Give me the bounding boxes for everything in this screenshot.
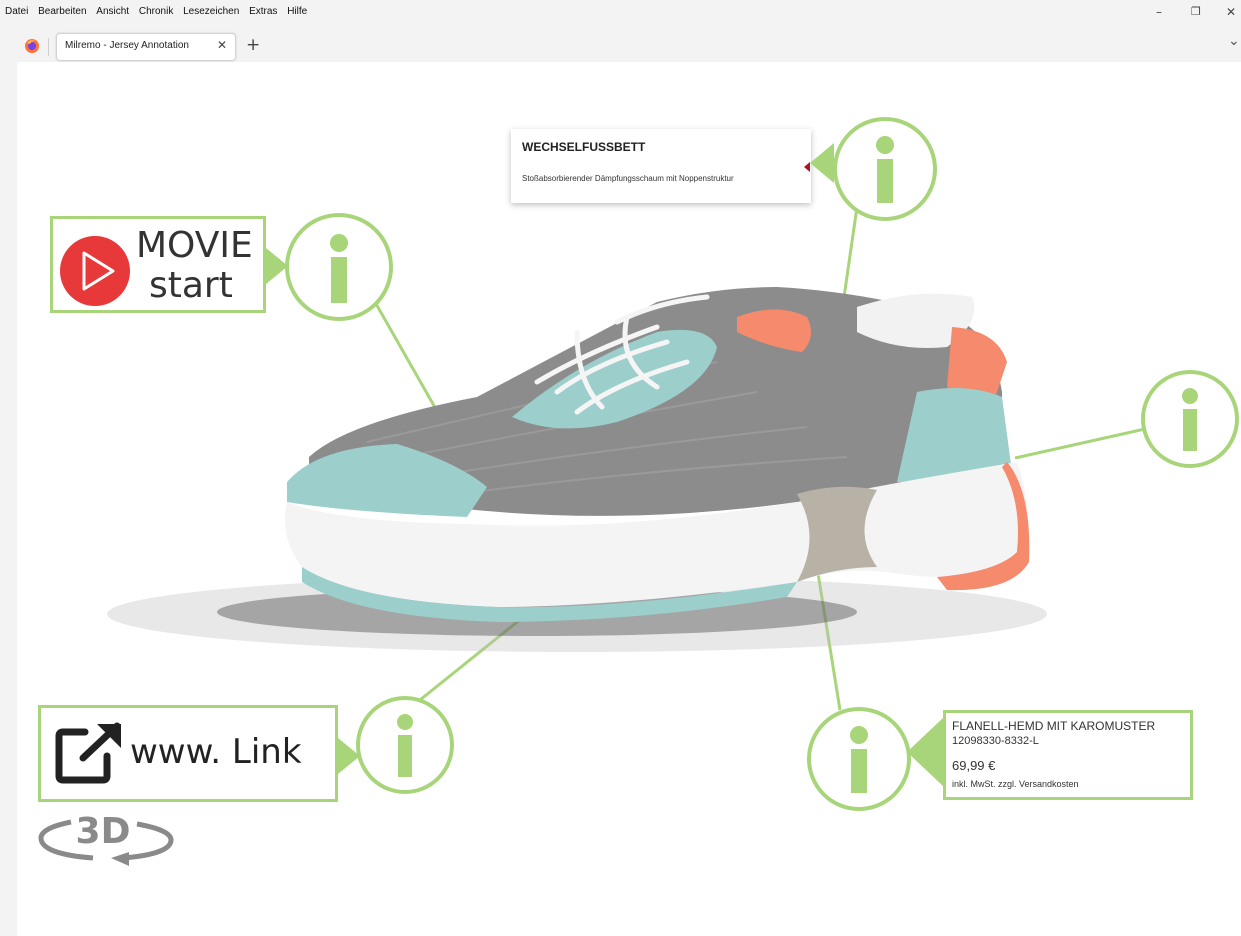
info-icon [397, 714, 413, 777]
play-icon [60, 236, 130, 306]
info-icon [330, 234, 348, 303]
menu-list: Datei Bearbeiten Ansicht Chronik Lesezei… [5, 6, 314, 17]
green-pointer-icon [907, 718, 943, 786]
tab-bar: Milremo - Jersey Annotation ✕ + ⌄ [0, 30, 1241, 62]
web-link-box[interactable]: www. Link [38, 705, 338, 802]
3d-label: 3D [76, 811, 131, 852]
tab-title: Milremo - Jersey Annotation [65, 40, 189, 51]
info-hotspot-heel[interactable] [1141, 370, 1239, 468]
info-hotspot-link[interactable] [356, 696, 454, 794]
menu-item-ansicht[interactable]: Ansicht [96, 6, 129, 17]
green-pointer-icon [810, 143, 834, 183]
menu-item-bearbeiten[interactable]: Bearbeiten [38, 6, 86, 17]
menu-bar: Datei Bearbeiten Ansicht Chronik Lesezei… [0, 0, 1241, 30]
menu-item-datei[interactable]: Datei [5, 6, 28, 17]
info-hotspot-footbed[interactable] [833, 117, 937, 221]
close-window-button[interactable]: ✕ [1226, 5, 1236, 19]
product-sku: 12098330-8332-L [952, 735, 1039, 747]
firefox-icon[interactable] [24, 38, 40, 54]
menu-item-hilfe[interactable]: Hilfe [287, 6, 307, 17]
link-label: www. Link [130, 732, 302, 772]
tab-active[interactable]: Milremo - Jersey Annotation ✕ [56, 33, 236, 61]
list-all-tabs-button[interactable]: ⌄ [1228, 33, 1240, 49]
product-tax-note: inkl. MwSt. zzgl. Versandkosten [952, 779, 1079, 789]
info-icon [850, 726, 868, 793]
minimize-button[interactable]: – [1156, 5, 1162, 19]
movie-label: MOVIE [136, 225, 253, 266]
rotate-3d-icon[interactable]: 3D [37, 800, 177, 870]
start-label: start [149, 265, 233, 306]
info-icon [876, 136, 894, 203]
close-tab-icon[interactable]: ✕ [217, 38, 227, 52]
new-tab-button[interactable]: + [246, 35, 260, 55]
menu-item-chronik[interactable]: Chronik [139, 6, 173, 17]
info-icon [1182, 388, 1198, 451]
annotation-viewer: WECHSELFUSSBETT Stoßabsorbierender Dämpf… [17, 62, 1241, 936]
menu-item-extras[interactable]: Extras [249, 6, 277, 17]
external-link-icon [55, 722, 121, 784]
product-price: 69,99 € [952, 758, 996, 773]
product-info-box[interactable]: FLANELL-HEMD MIT KAROMUSTER 12098330-833… [943, 710, 1193, 800]
movie-start-box[interactable]: MOVIE start [50, 216, 266, 313]
menu-item-lesezeichen[interactable]: Lesezeichen [183, 6, 239, 17]
info-hotspot-movie[interactable] [285, 213, 393, 321]
tab-separator [48, 38, 49, 56]
restore-button[interactable]: ❐ [1191, 5, 1201, 18]
window-left-edge [0, 0, 17, 936]
footbed-description: Stoßabsorbierender Dämpfungsschaum mit N… [522, 174, 734, 183]
footbed-tooltip: WECHSELFUSSBETT Stoßabsorbierender Dämpf… [511, 129, 811, 203]
product-name: FLANELL-HEMD MIT KAROMUSTER [952, 719, 1156, 733]
footbed-title: WECHSELFUSSBETT [522, 140, 646, 154]
info-hotspot-product[interactable] [807, 707, 911, 811]
